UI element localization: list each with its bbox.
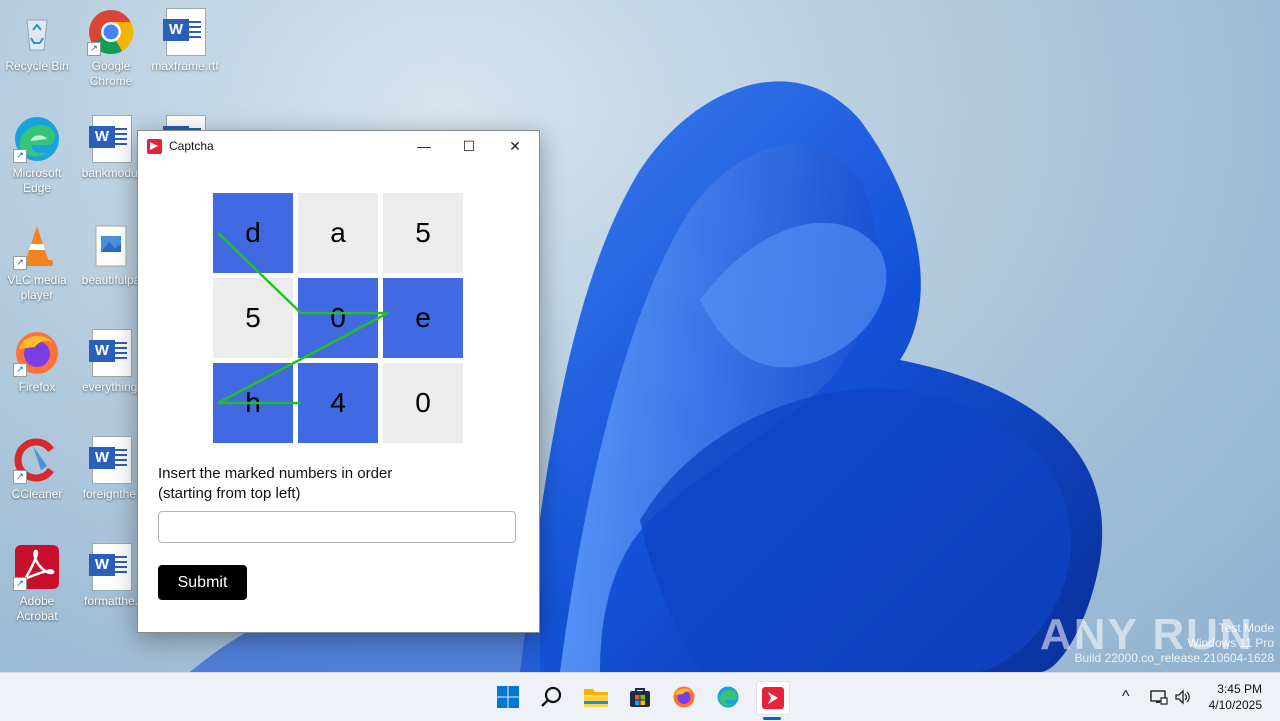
store-icon	[630, 688, 650, 707]
captcha-window: Captcha — ☐ ✕ d a 5 5 0 e h 4 0 Insert t…	[137, 130, 540, 633]
shortcut-arrow-icon: ↗	[13, 577, 27, 591]
desktop-icon-recycle-bin[interactable]: Recycle Bin	[0, 8, 74, 74]
tray-network[interactable]	[1150, 673, 1168, 721]
taskbar: ^ 3:45 PM 4/10/2025	[0, 672, 1280, 721]
captcha-cell: e	[383, 278, 463, 358]
desktop-icon-vlc[interactable]: ↗ VLC media player	[0, 222, 74, 303]
cell-char: d	[245, 217, 261, 248]
file-explorer-icon	[584, 689, 608, 707]
captcha-cell: a	[298, 193, 378, 273]
captcha-cell: 4	[298, 363, 378, 443]
shortcut-arrow-icon: ↗	[13, 149, 27, 163]
instruction-line-1: Insert the marked numbers in order	[158, 465, 393, 482]
firefox-icon: ↗	[13, 329, 61, 377]
captcha-app-icon	[147, 138, 162, 154]
captcha-cell: 5	[213, 278, 293, 358]
desktop-icon-label: CCleaner	[11, 487, 63, 501]
firefox-icon	[673, 686, 695, 708]
taskbar-edge[interactable]	[712, 681, 744, 713]
minimize-icon: —	[417, 138, 431, 154]
desktop-icon-label: Google Chrome	[89, 59, 133, 88]
taskbar-firefox[interactable]	[668, 681, 700, 713]
tray-volume[interactable]	[1174, 673, 1192, 721]
windows-build-watermark: Test Mode Windows 11 Pro Build 22000.co_…	[1075, 621, 1275, 666]
captcha-cell: 5	[383, 193, 463, 273]
desktop-icon-label: Adobe Acrobat	[16, 594, 58, 623]
test-mode-text: Test Mode	[1218, 621, 1274, 635]
vlc-cone-icon: ↗	[13, 222, 61, 270]
desktop-icon-google-chrome[interactable]: ↗ Google Chrome	[74, 8, 148, 89]
minimize-button[interactable]: —	[401, 131, 447, 161]
shortcut-arrow-icon: ↗	[13, 363, 27, 377]
taskbar-store[interactable]	[624, 681, 656, 713]
clock-time: 3:45 PM	[1217, 682, 1262, 696]
windows-start-icon	[497, 686, 519, 708]
close-button[interactable]: ✕	[492, 131, 538, 161]
recycle-bin-icon	[13, 8, 61, 56]
search-icon	[541, 686, 562, 707]
taskbar-captcha-app[interactable]	[756, 681, 790, 715]
cell-char: a	[330, 217, 346, 248]
chevron-up-icon: ^	[1122, 688, 1130, 705]
word-document-icon: W	[87, 329, 135, 377]
speaker-icon	[1175, 689, 1190, 705]
captcha-answer-input[interactable]	[158, 511, 516, 543]
desktop-icon-microsoft-edge[interactable]: ↗ Microsoft Edge	[0, 115, 74, 196]
desktop-icon-firefox[interactable]: ↗ Firefox	[0, 329, 74, 395]
shortcut-arrow-icon: ↗	[87, 42, 101, 56]
captcha-instructions: Insert the marked numbers in order (star…	[158, 464, 392, 504]
cell-char: h	[245, 387, 261, 418]
captcha-cell: d	[213, 193, 293, 273]
submit-button[interactable]: Submit	[158, 565, 247, 600]
captcha-grid: d a 5 5 0 e h 4 0	[213, 193, 465, 445]
captcha-cell: 0	[383, 363, 463, 443]
clock-date: 4/10/2025	[1208, 698, 1262, 712]
edge-icon: ↗	[13, 115, 61, 163]
edge-icon	[717, 686, 739, 708]
instruction-line-2: (starting from top left)	[158, 485, 301, 502]
acrobat-icon: ↗	[13, 543, 61, 591]
cell-char: 5	[245, 302, 261, 333]
captcha-app-icon	[762, 687, 784, 709]
desktop-icon-ccleaner[interactable]: ↗ CCleaner	[0, 436, 74, 502]
desktop-icon-label: Recycle Bin	[5, 59, 69, 73]
build-text: Build 22000.co_release.210604-1628	[1074, 651, 1275, 665]
cell-char: 0	[330, 302, 346, 333]
start-button[interactable]	[492, 681, 524, 713]
image-file-icon	[87, 222, 135, 270]
cell-char: 0	[415, 387, 431, 418]
window-titlebar[interactable]: Captcha — ☐ ✕	[138, 131, 539, 161]
edition-text: Windows 11 Pro	[1187, 636, 1274, 650]
word-document-icon: W	[87, 436, 135, 484]
ccleaner-icon: ↗	[13, 436, 61, 484]
captcha-cell: h	[213, 363, 293, 443]
taskbar-file-explorer[interactable]	[580, 681, 612, 713]
desktop-icon-label: VLC media player	[7, 273, 67, 302]
window-title: Captcha	[169, 139, 214, 153]
captcha-cell: 0	[298, 278, 378, 358]
chrome-icon: ↗	[87, 8, 135, 56]
desktop-icon-label: Microsoft Edge	[12, 166, 62, 195]
shortcut-arrow-icon: ↗	[13, 470, 27, 484]
tray-overflow-button[interactable]: ^	[1122, 673, 1130, 721]
maximize-icon: ☐	[462, 137, 476, 154]
maximize-button[interactable]: ☐	[446, 131, 492, 161]
word-document-icon: W	[87, 115, 135, 163]
close-icon: ✕	[509, 137, 521, 154]
shortcut-arrow-icon: ↗	[13, 256, 27, 270]
taskbar-clock[interactable]: 3:45 PM 4/10/2025	[1209, 681, 1262, 713]
word-document-icon: W	[161, 8, 209, 56]
taskbar-search-button[interactable]	[536, 681, 568, 713]
desktop-icon-maxframe[interactable]: W maxframe.rtf	[148, 8, 222, 74]
desktop-icon-adobe-acrobat[interactable]: ↗ Adobe Acrobat	[0, 543, 74, 624]
cell-char: 5	[415, 217, 431, 248]
cell-char: e	[415, 302, 431, 333]
desktop-icon-label: maxframe.rtf	[151, 59, 219, 73]
desktop-icon-label: Firefox	[18, 380, 56, 394]
cell-char: 4	[330, 387, 346, 418]
word-document-icon: W	[87, 543, 135, 591]
network-icon	[1150, 690, 1168, 705]
